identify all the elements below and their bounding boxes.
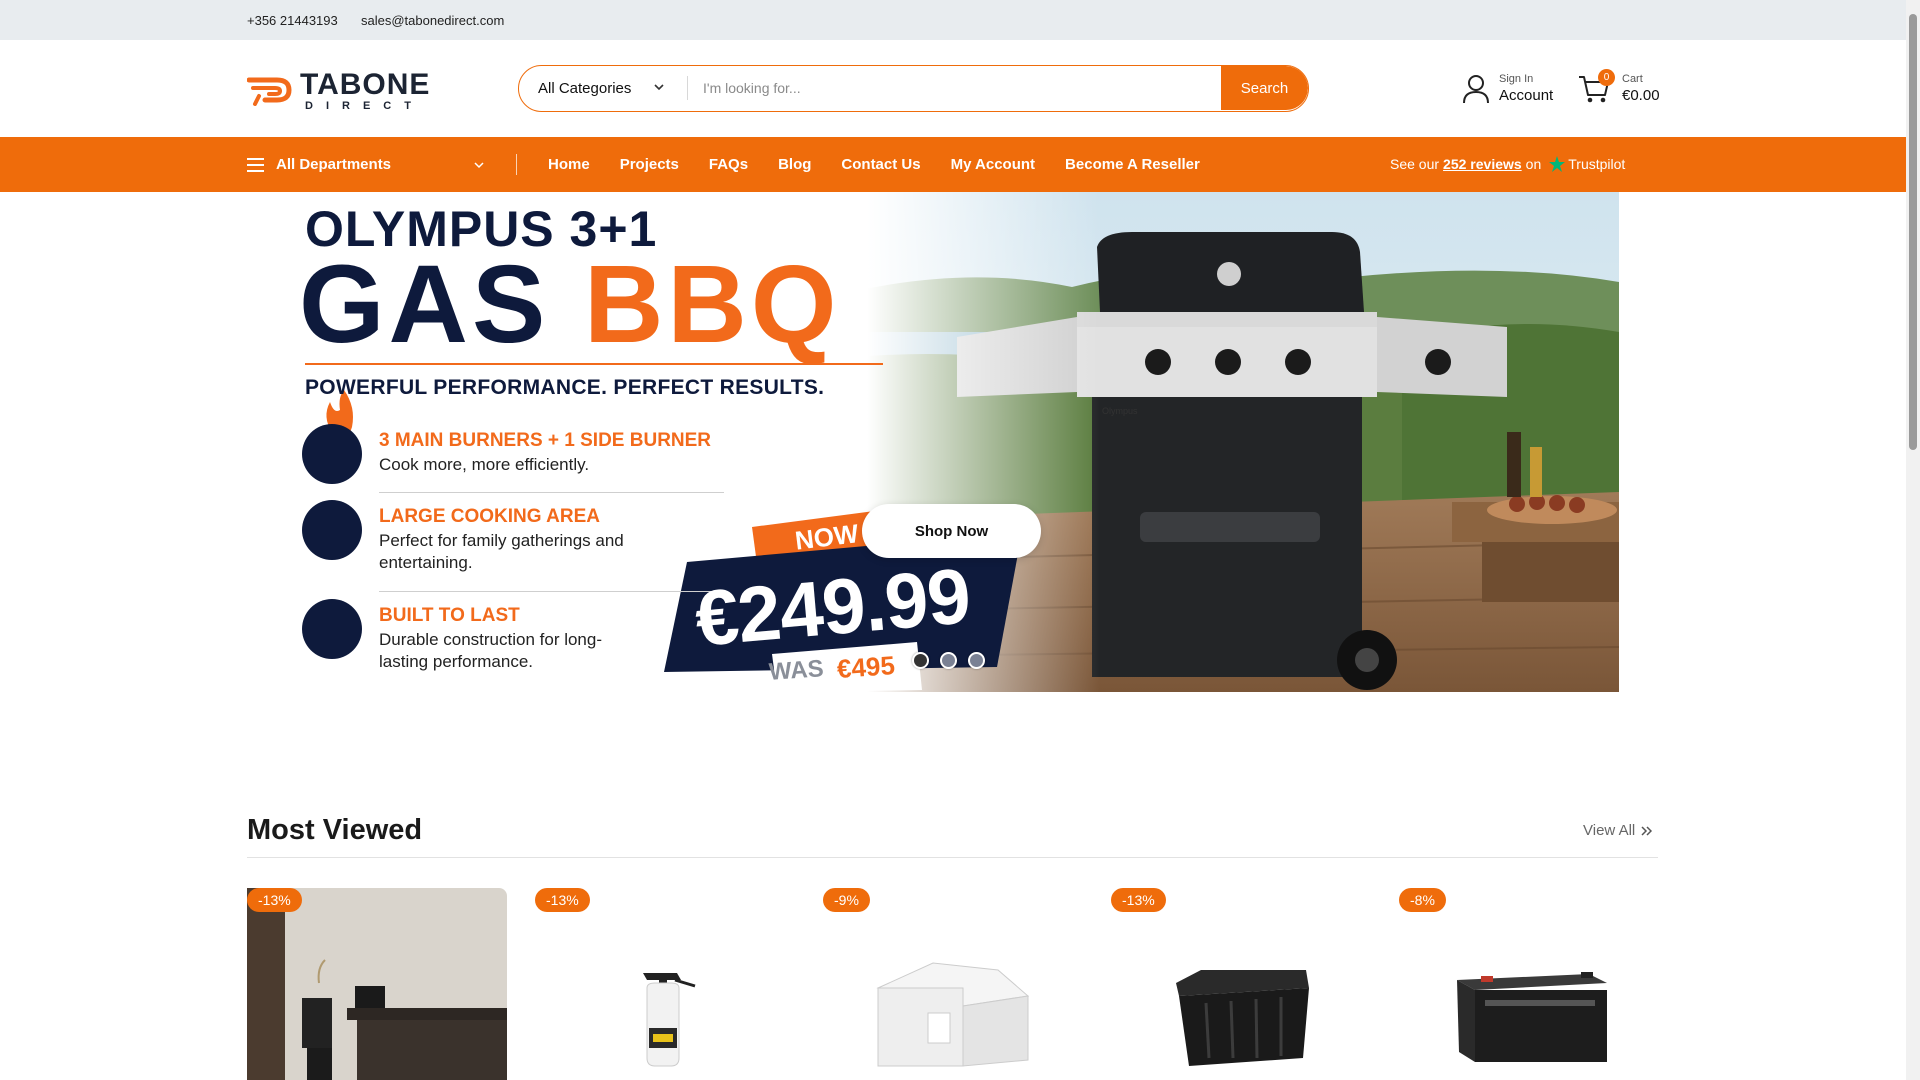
feature-title: BUILT TO LAST	[379, 605, 520, 626]
feature-title: LARGE COOKING AREA	[379, 506, 600, 527]
white-gazebo-image	[876, 962, 1030, 1067]
product-card[interactable]: -13%	[1111, 888, 1371, 1080]
all-departments-dropdown[interactable]: All Departments	[247, 137, 487, 192]
search-button[interactable]: Search	[1221, 66, 1308, 110]
cart-link[interactable]: 0 Cart €0.00	[1578, 69, 1668, 110]
feature-desc: Cook more, more efficiently.	[379, 455, 590, 474]
slider-dots	[912, 652, 985, 669]
discount-badge: -13%	[535, 888, 590, 912]
section-divider	[247, 857, 1658, 858]
hero-title-main: GAS BBQ	[299, 247, 840, 362]
product-card[interactable]: -13%	[247, 888, 507, 1080]
feature-desc: Durable construction for long-lasting pe…	[379, 630, 603, 671]
was-price: €495	[835, 650, 896, 684]
view-all-label: View All	[1583, 822, 1636, 839]
search-input[interactable]	[703, 66, 1123, 110]
nav-item-blog[interactable]: Blog	[778, 156, 811, 173]
view-all-link[interactable]: View All	[1583, 822, 1653, 839]
nav-item-faqs[interactable]: FAQs	[709, 156, 748, 173]
category-select-label: All Categories	[538, 79, 632, 97]
nav-item-my-account[interactable]: My Account	[951, 156, 1035, 173]
slider-dot-3[interactable]	[968, 652, 985, 669]
feature-icon-circle	[302, 424, 362, 484]
logo-wordmark: TABONE	[300, 68, 431, 101]
scrollbar-thumb[interactable]	[1909, 14, 1917, 450]
slider-dot-2[interactable]	[940, 652, 957, 669]
hamburger-icon	[247, 157, 264, 172]
trustpilot-label: Trustpilot	[1568, 156, 1626, 172]
category-select[interactable]: All Categories	[519, 66, 687, 110]
main-nav: All Departments Home Projects FAQs Blog …	[0, 137, 1906, 192]
feature-desc: Perfect for family gatherings and entert…	[379, 531, 624, 572]
cart-total: €0.00	[1622, 87, 1660, 104]
discount-badge: -9%	[823, 888, 870, 912]
all-departments-label: All Departments	[276, 156, 392, 173]
product-card[interactable]: -9%	[823, 888, 1083, 1080]
nav-item-home[interactable]: Home	[548, 156, 590, 173]
trustpilot-logo[interactable]: Trustpilot	[1549, 156, 1625, 172]
hero-banner[interactable]: OLYMPUS 3+1 GAS BBQ POWERFUL PERFORMANCE…	[252, 192, 1619, 692]
chevron-down-icon	[474, 162, 484, 169]
chevron-down-icon	[654, 84, 664, 91]
reviews-suffix: on	[1525, 156, 1542, 172]
was-label: WAS	[768, 655, 825, 686]
nav-divider	[516, 154, 517, 175]
hero-tagline: POWERFUL PERFORMANCE. PERFECT RESULTS.	[305, 376, 825, 399]
feature-icon-circle	[302, 599, 362, 659]
office-desk-chair-image	[247, 888, 507, 1080]
most-viewed-heading: Most Viewed	[247, 814, 423, 846]
account-small-label: Sign In	[1499, 73, 1534, 85]
hero-rule	[305, 363, 883, 365]
user-icon	[1463, 75, 1489, 104]
hero-title-gas: GAS	[299, 243, 550, 366]
feature-divider	[379, 591, 712, 592]
page-scrollbar[interactable]	[1906, 0, 1920, 1080]
shop-now-button[interactable]: Shop Now	[862, 504, 1041, 558]
search-bar: All Categories Search	[518, 65, 1309, 112]
search-divider	[687, 76, 688, 100]
feature-title: 3 MAIN BURNERS + 1 SIDE BURNER	[379, 430, 712, 451]
email-link[interactable]: sales@tabonedirect.com	[361, 13, 504, 28]
account-link[interactable]: Sign In Account	[1462, 70, 1557, 110]
nav-item-projects[interactable]: Projects	[620, 156, 679, 173]
pressure-sprayer-image	[643, 973, 696, 1067]
grill-brand-label: Olympus	[1102, 406, 1138, 416]
product-card[interactable]: -8%	[1399, 888, 1659, 1080]
trustpilot-star-icon	[1549, 156, 1566, 172]
hero-title-bbq: BBQ	[583, 243, 841, 366]
logo[interactable]: TABONE DIRECT	[247, 70, 429, 112]
double-chevron-right-icon	[1641, 825, 1653, 836]
cart-count-badge: 0	[1598, 69, 1615, 86]
discount-badge: -13%	[247, 888, 302, 912]
header: TABONE DIRECT All Categories Search Sign…	[0, 40, 1906, 137]
account-label: Account	[1499, 87, 1554, 104]
trustpilot-reviews: See our 252 reviews on Trustpilot	[1390, 156, 1625, 172]
slider-dot-1[interactable]	[912, 652, 929, 669]
nav-item-become-a-reseller[interactable]: Become A Reseller	[1065, 156, 1200, 173]
feature-divider	[379, 492, 724, 493]
cart-small-label: Cart	[1622, 73, 1643, 85]
feature-icon-circle	[302, 500, 362, 560]
nav-menu: Home Projects FAQs Blog Contact Us My Ac…	[548, 137, 1230, 192]
storage-box-image	[1176, 970, 1309, 1066]
reviews-prefix: See our	[1390, 156, 1440, 172]
discount-badge: -8%	[1399, 888, 1446, 912]
product-card[interactable]: -13%	[535, 888, 795, 1080]
discount-badge: -13%	[1111, 888, 1166, 912]
logo-mark-icon	[247, 77, 292, 106]
reviews-link[interactable]: 252 reviews	[1443, 156, 1522, 172]
battery-image	[1457, 972, 1607, 1062]
phone-number[interactable]: +356 21443193	[247, 13, 338, 28]
nav-item-contact-us[interactable]: Contact Us	[841, 156, 920, 173]
top-bar: +356 21443193 sales@tabonedirect.com	[0, 0, 1906, 40]
logo-subtitle: DIRECT	[305, 100, 424, 112]
